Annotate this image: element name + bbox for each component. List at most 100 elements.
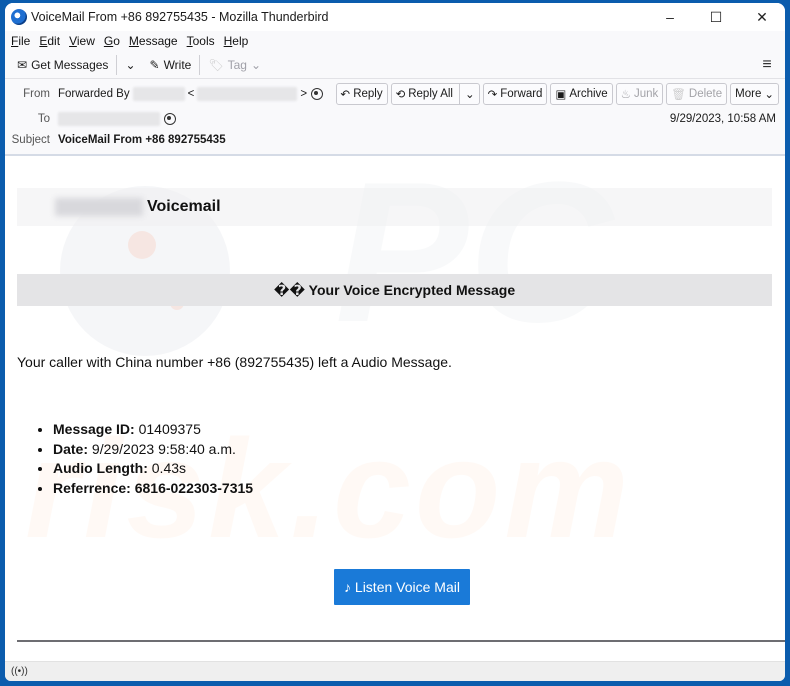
detail-value: 01409375 [134,421,201,437]
menu-accel: V [69,34,77,48]
close-button[interactable]: ✕ [739,3,785,31]
caller-line: Your caller with China number +86 (89275… [17,354,452,370]
get-messages-label: Get Messages [31,57,109,72]
menu-view[interactable]: View [69,34,95,48]
menu-message[interactable]: Message [129,34,178,48]
reply-all-icon: ⟲ [395,89,406,101]
archive-button[interactable]: ▣ Archive [550,83,613,105]
listen-voice-mail-button[interactable]: ♪ Listen Voice Mail [334,569,470,605]
forward-button[interactable]: ↷ Forward [482,83,548,105]
more-label: More [735,88,762,100]
message-date: 9/29/2023, 10:58 AM [669,113,776,125]
detail-label: Referrence: [53,479,131,496]
junk-label: Junk [634,88,659,100]
horizontal-rule [17,640,785,642]
forward-label: Forward [500,88,543,100]
menu-accel: G [103,34,114,48]
thunderbird-window: VoiceMail From +86 892755435 - Mozilla T… [5,3,785,681]
hamburger-icon: ≡ [762,55,772,73]
detail-label: Date: [53,440,89,457]
from-label: From [23,88,50,100]
get-messages-button[interactable]: ✉ Get Messages [13,55,112,75]
detail-message-id: Message ID: 01409375 [53,420,253,440]
delete-button[interactable]: 🗑 Delete [666,83,728,105]
menu-file[interactable]: File [11,34,30,48]
chevron-down-icon: ⌄ [125,57,136,72]
archive-label: Archive [569,88,608,100]
get-messages-icon: ✉ [17,57,28,72]
reply-button[interactable]: ↶ Reply [335,83,388,105]
subject-row: Subject VoiceMail From +86 892755435 [5,134,226,146]
detail-label: Message ID: [53,421,135,437]
redacted-brand-logo [55,198,143,216]
menu-tools[interactable]: Tools [187,34,215,48]
chevron-down-icon: ⌄ [250,57,261,72]
message-header: From Forwarded By < > To Subject VoiceMa… [5,79,785,156]
menu-bar: File Edit View Go Message Tools Help [5,31,785,51]
menu-go[interactable]: Go [104,34,120,48]
menu-label: ools [192,34,215,48]
reply-all-button[interactable]: ⟲ Reply All ⌄ [390,83,480,105]
menu-label: essage [138,34,178,48]
subject-label: Subject [11,134,50,146]
window-title: VoiceMail From +86 892755435 - Mozilla T… [31,10,329,24]
pencil-icon: ✎ [149,57,160,72]
menu-label: o [113,34,120,48]
main-toolbar: ✉ Get Messages ⌄ ✎ Write 🏷 Tag ⌄ ≡ [5,51,785,79]
redacted-sender-name [132,87,185,101]
junk-icon: ♨ [620,89,631,101]
archive-icon: ▣ [555,89,567,101]
menu-label: dit [47,34,61,48]
trash-icon: 🗑 [671,89,686,101]
tag-label: Tag [227,57,247,72]
forward-icon: ↷ [487,89,498,101]
redacted-recipient [58,112,160,126]
message-action-buttons: ↶ Reply ⟲ Reply All ⌄ ↷ Forward ▣ Archiv… [335,83,779,105]
detail-label: Audio Length: [53,460,148,476]
contact-icon[interactable] [164,113,176,125]
delete-label: Delete [688,88,723,100]
more-button[interactable]: More ⌄ [730,83,779,105]
to-label: To [37,113,50,125]
reply-label: Reply [353,88,383,100]
detail-date: Date: 9/29/2023 9:58:40 a.m. [53,440,253,460]
voicemail-title: Voicemail [147,198,221,215]
online-status-icon[interactable]: ((•)) [11,666,28,677]
status-bar: ((•)) [5,661,785,681]
chevron-down-icon: ⌄ [764,89,774,101]
reply-all-label: Reply All [408,88,453,100]
junk-button[interactable]: ♨ Junk [615,83,664,105]
subject-value: VoiceMail From +86 892755435 [58,134,226,146]
app-menu-button[interactable]: ≡ [755,56,779,74]
detail-value: 0.43s [147,460,187,476]
menu-label: iew [76,34,95,48]
detail-audio-length: Audio Length: 0.43s [53,459,253,479]
menu-edit[interactable]: Edit [39,34,60,48]
message-body: PC risk.com Voicemail �� Your Voice Encr… [5,158,785,663]
toolbar-separator [199,54,201,75]
redacted-sender-email [197,87,298,101]
message-details-list: Message ID: 01409375 Date: 9/29/2023 9:5… [53,420,253,498]
menu-label: elp [232,34,249,48]
tag-icon: 🏷 [208,57,224,72]
email-bracket-open: < [187,88,195,100]
detail-value: 9/29/2023 9:58:40 a.m. [88,440,236,457]
contact-icon[interactable] [311,88,324,100]
write-label: Write [163,57,192,72]
menu-label: ile [18,34,31,48]
maximize-button[interactable]: ☐ [693,3,739,31]
reply-all-dropdown[interactable]: ⌄ [458,84,475,104]
from-row: From Forwarded By < > [5,87,324,101]
thunderbird-logo-icon [11,9,27,25]
menu-help[interactable]: Help [224,34,249,48]
chevron-down-icon: ⌄ [464,89,475,101]
minimize-button[interactable]: – [647,3,693,31]
tag-button[interactable]: 🏷 Tag ⌄ [204,55,265,75]
get-messages-dropdown[interactable]: ⌄ [121,55,139,75]
menu-accel: M [128,34,139,48]
detail-reference: Referrence: 6816-022303-7315 [53,479,253,499]
to-row: To [5,112,176,126]
watermark-dot [128,231,156,259]
from-name[interactable]: Forwarded By [58,88,130,100]
write-button[interactable]: ✎ Write [146,55,196,75]
